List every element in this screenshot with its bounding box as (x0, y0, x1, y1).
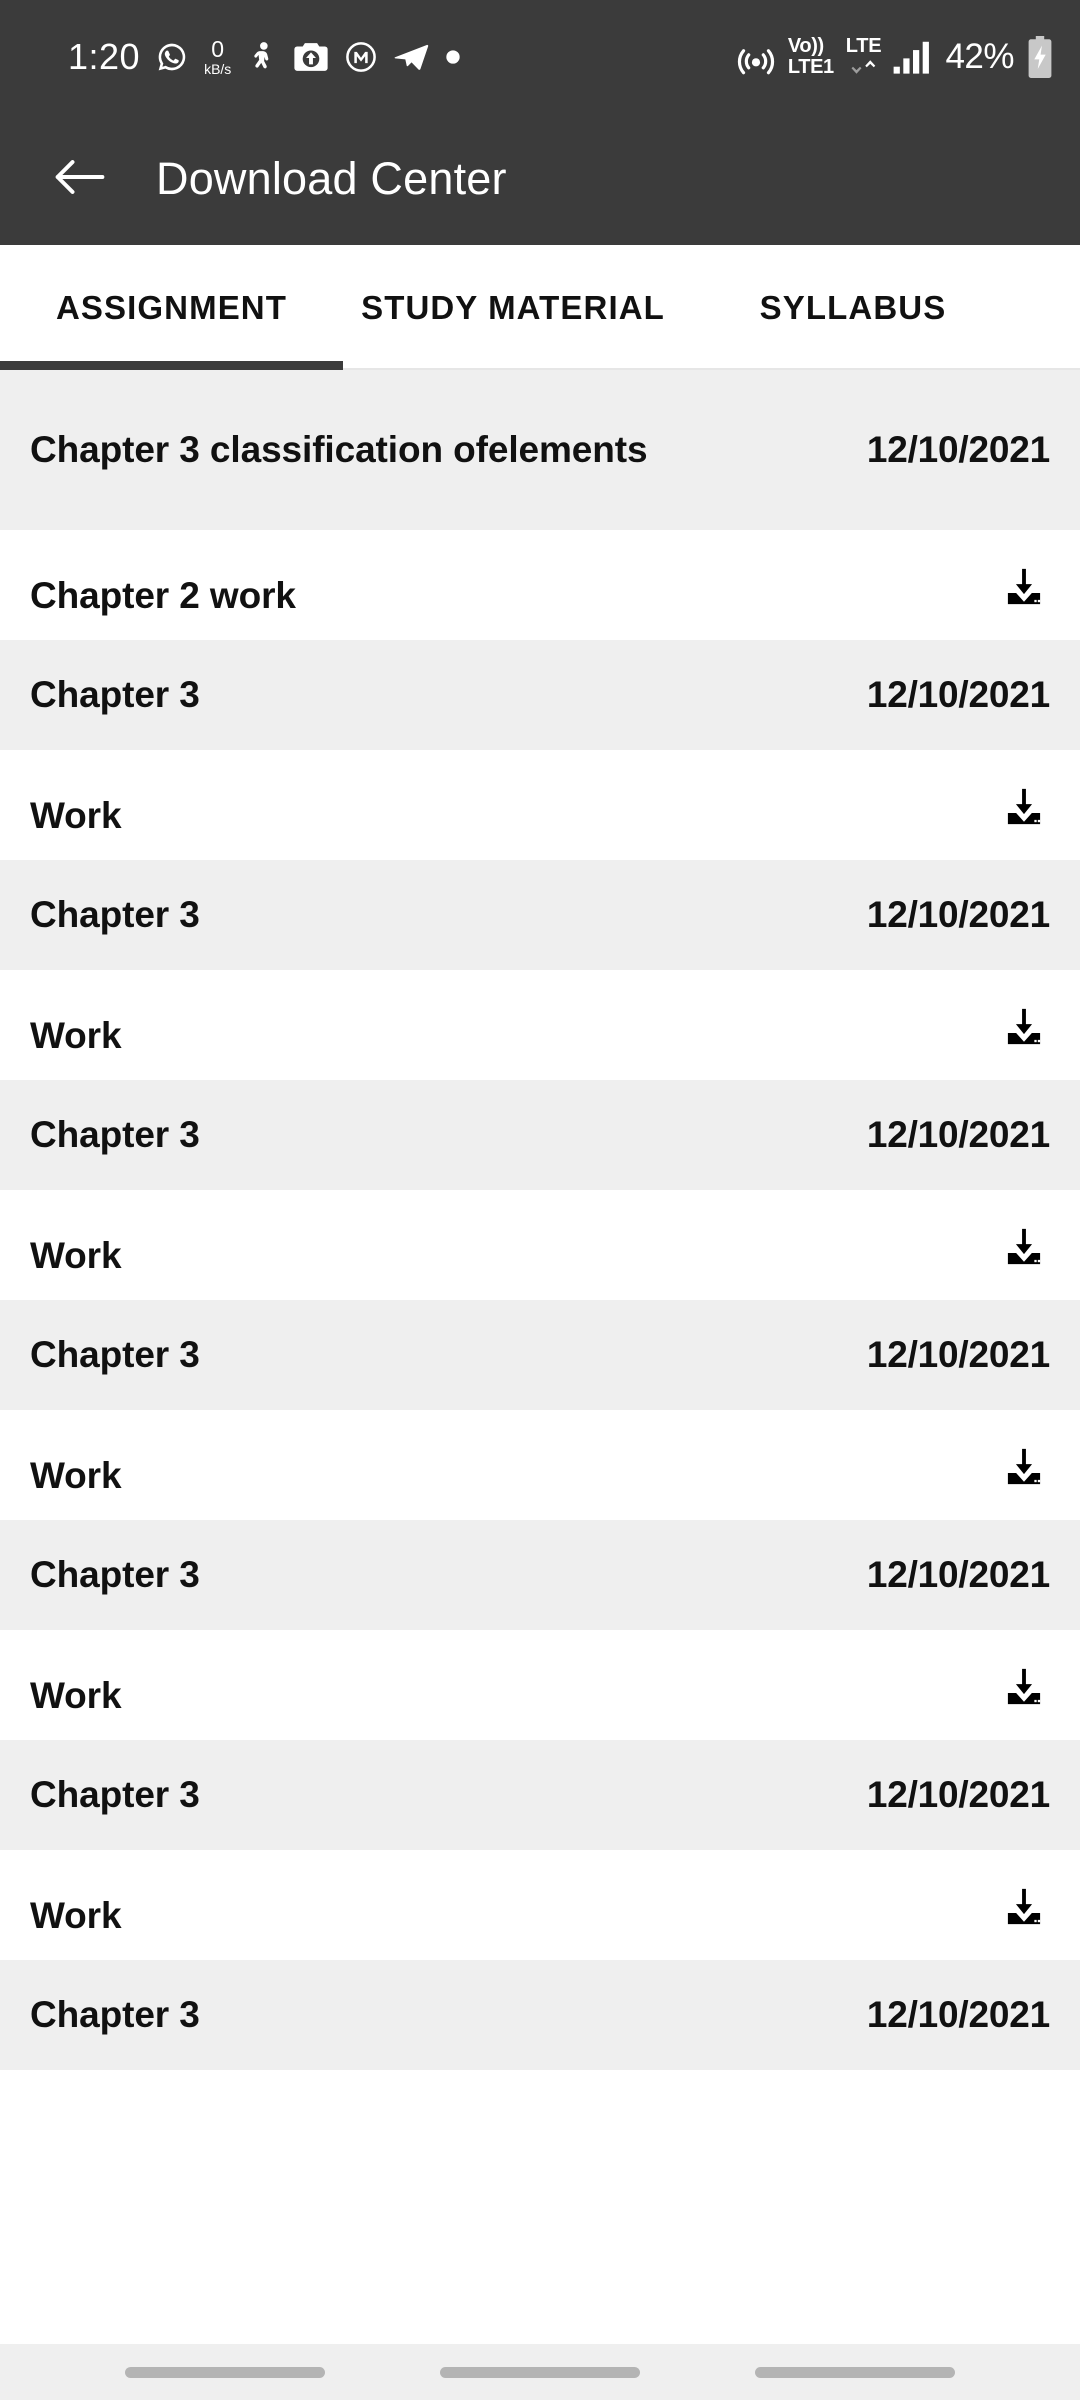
list-item-title: Chapter 3 (30, 1554, 200, 1596)
list-item-subtitle: Work (30, 1455, 122, 1497)
download-icon (1001, 1885, 1047, 1931)
sharechat-icon (247, 41, 277, 73)
list-item-title: Chapter 3 classification ofelements (30, 429, 648, 471)
network-speed-indicator: 0 kB/s (204, 35, 232, 77)
list-item-subtitle: Work (30, 1895, 122, 1937)
hotspot-icon (736, 38, 776, 76)
whatsapp-icon (156, 41, 188, 73)
list-item-subtitle-row[interactable]: Work (0, 1190, 1080, 1300)
list-item-date: 12/10/2021 (866, 1334, 1050, 1375)
list-item-subtitle-row[interactable]: Work (0, 750, 1080, 860)
list-item-date: 12/10/2021 (866, 1994, 1050, 2035)
tab-study-material-label: STUDY MATERIAL (361, 288, 665, 326)
app-bar: Download Center (0, 113, 1080, 245)
list-item-title-row[interactable]: Chapter 3 12/10/2021 (0, 1960, 1080, 2070)
list-item-subtitle: Work (30, 795, 122, 837)
list-item-date: 12/10/2021 (866, 429, 1050, 470)
battery-percentage: 42% (945, 36, 1014, 76)
more-notifications-dot-icon (445, 49, 461, 65)
download-button[interactable] (998, 1002, 1050, 1054)
list-item-title-row[interactable]: Chapter 3 classification ofelements 12/1… (0, 370, 1080, 530)
network-speed-value: 0 (211, 35, 225, 62)
tab-bar: ASSIGNMENT STUDY MATERIAL SYLLABUS (0, 245, 1080, 370)
list-item-title: Chapter 3 (30, 674, 200, 716)
download-button[interactable] (998, 1662, 1050, 1714)
list-item-subtitle: Work (30, 1675, 122, 1717)
list-item-title-row[interactable]: Chapter 3 12/10/2021 (0, 1520, 1080, 1630)
list-item-date: 12/10/2021 (866, 1114, 1050, 1155)
status-bar-clock: 1:20 (68, 35, 141, 77)
volte-icon: Vo)) LTE1 (787, 34, 834, 78)
list-item-title: Chapter 3 (30, 1994, 200, 2036)
camera-upload-icon (293, 41, 329, 73)
list-item-title: Chapter 3 (30, 894, 200, 936)
download-button[interactable] (998, 562, 1050, 614)
download-icon (1001, 1665, 1047, 1711)
list-item-date: 12/10/2021 (866, 674, 1050, 715)
network-speed-unit: kB/s (204, 60, 232, 77)
list-item-subtitle-row[interactable]: Work (0, 970, 1080, 1080)
download-icon (1001, 1445, 1047, 1491)
list-item-title-row[interactable]: Chapter 3 12/10/2021 (0, 1740, 1080, 1850)
tab-assignment[interactable]: ASSIGNMENT (0, 245, 343, 370)
gmail-icon (345, 41, 377, 73)
data-arrows-icon (849, 57, 879, 77)
download-icon (1001, 785, 1047, 831)
list-item-subtitle-row[interactable]: Work (0, 1850, 1080, 1960)
phone-screen: 1:20 0 kB/s Vo)) LTE1 LTE 42% Download C… (0, 0, 1080, 2400)
list-item-title: Chapter 3 (30, 1774, 200, 1816)
status-bar-left-group: 1:20 0 kB/s (68, 35, 736, 77)
recents-pill[interactable] (125, 2366, 325, 2378)
list-item-title-row[interactable]: Chapter 3 12/10/2021 (0, 640, 1080, 750)
telegram-icon (393, 41, 429, 73)
download-icon (1001, 1005, 1047, 1051)
status-bar: 1:20 0 kB/s Vo)) LTE1 LTE 42% (0, 0, 1080, 113)
back-pill[interactable] (755, 2366, 955, 2378)
download-button[interactable] (998, 1442, 1050, 1494)
volte-label-bottom: LTE1 (787, 55, 834, 78)
list-item-subtitle-row[interactable]: Work (0, 1410, 1080, 1520)
list-item-date: 12/10/2021 (866, 1554, 1050, 1595)
lte-label: LTE (845, 35, 882, 57)
volte-label-top: Vo)) (787, 34, 824, 57)
list-item-date: 12/10/2021 (866, 894, 1050, 935)
list-item-title-row[interactable]: Chapter 3 12/10/2021 (0, 1300, 1080, 1410)
page-title: Download Center (156, 153, 507, 204)
tab-study-material[interactable]: STUDY MATERIAL (343, 245, 683, 370)
tab-active-indicator (0, 361, 343, 370)
download-icon (1001, 1225, 1047, 1271)
list-item-subtitle-row[interactable]: Work (0, 1630, 1080, 1740)
tab-syllabus[interactable]: SYLLABUS (683, 245, 1023, 370)
status-bar-right-group: Vo)) LTE1 LTE 42% (736, 34, 1054, 78)
list-item-subtitle: Work (30, 1235, 122, 1277)
list-item-date: 12/10/2021 (866, 1774, 1050, 1815)
list-item-subtitle: Chapter 2 work (30, 575, 296, 617)
list-item-title: Chapter 3 (30, 1114, 200, 1156)
back-button[interactable] (38, 137, 122, 221)
gesture-navigation-bar (0, 2344, 1080, 2400)
lte-data-icon: LTE (846, 36, 882, 77)
tab-syllabus-label: SYLLABUS (759, 288, 947, 326)
download-button[interactable] (998, 782, 1050, 834)
tab-assignment-label: ASSIGNMENT (55, 288, 287, 326)
download-list[interactable]: Chapter 3 classification ofelements 12/1… (0, 370, 1080, 2400)
signal-bars-icon (893, 39, 933, 75)
home-pill[interactable] (440, 2366, 640, 2378)
list-item-title-row[interactable]: Chapter 3 12/10/2021 (0, 860, 1080, 970)
download-button[interactable] (998, 1222, 1050, 1274)
battery-charging-icon (1026, 35, 1054, 78)
list-item-title: Chapter 3 (30, 1334, 200, 1376)
back-arrow-icon (52, 154, 108, 205)
list-item-title-row[interactable]: Chapter 3 12/10/2021 (0, 1080, 1080, 1190)
download-icon (1001, 565, 1047, 611)
download-button[interactable] (998, 1882, 1050, 1934)
list-item-subtitle: Work (30, 1015, 122, 1057)
list-item-subtitle-row[interactable]: Chapter 2 work (0, 530, 1080, 640)
